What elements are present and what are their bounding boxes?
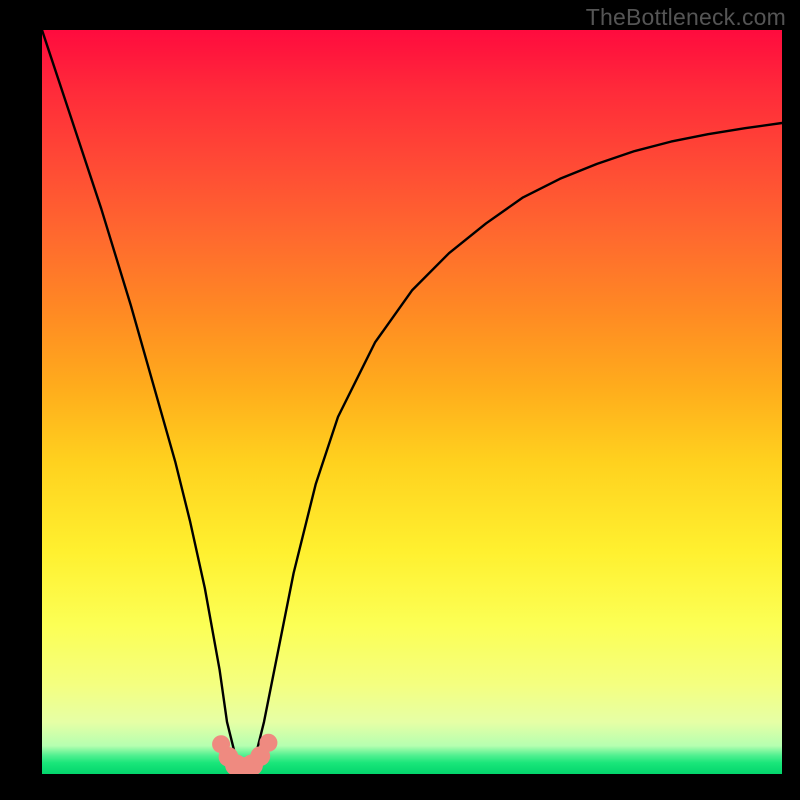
curve-line xyxy=(42,30,782,770)
attribution-text: TheBottleneck.com xyxy=(586,4,786,31)
plot-area xyxy=(42,30,782,774)
chart-overlay xyxy=(42,30,782,774)
chart-frame: TheBottleneck.com xyxy=(0,0,800,800)
marker-dot xyxy=(259,734,277,752)
curve-markers xyxy=(212,734,277,774)
